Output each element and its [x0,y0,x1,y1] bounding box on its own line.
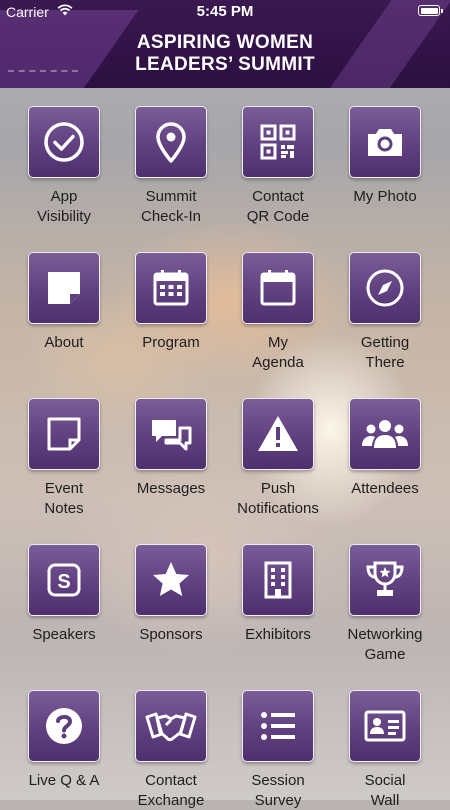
warning-icon [255,412,301,456]
page-title: ASPIRING WOMEN LEADERS’ SUMMIT [0,32,450,76]
tile-messages[interactable]: Messages [118,398,224,499]
trophy-icon [363,558,407,602]
title-line-1: ASPIRING WOMEN [136,32,314,53]
tile-program[interactable]: Program [118,252,224,353]
tile-label: Session Survey [251,772,305,809]
tile-speakers[interactable]: S Speakers [11,544,117,645]
svg-text:S: S [57,571,70,593]
star-icon [149,558,193,602]
tile-label: Getting There [360,334,410,371]
status-time: 5:45 PM [196,3,254,20]
map-pin-icon [149,120,193,164]
tile-contact-exchange[interactable]: Contact Exchange [118,690,224,810]
tile-live-q-a[interactable]: Live Q & A [11,690,117,791]
tile-button[interactable] [242,398,314,470]
tile-session-survey[interactable]: Session Survey [225,690,331,810]
people-group-icon [360,414,410,454]
tile-networking-game[interactable]: Networking Game [332,544,438,664]
building-icon [256,558,300,602]
tile-exhibitors[interactable]: Exhibitors [225,544,331,645]
note-outline-icon [42,412,86,456]
status-bar: Carrier 5:45 PM [0,0,450,22]
tile-label: Exhibitors [245,626,311,643]
tile-button[interactable] [242,690,314,762]
tile-label: Speakers [32,626,96,643]
tile-label: About [44,334,84,351]
tile-button[interactable] [28,398,100,470]
tile-button[interactable] [242,544,314,616]
tile-button[interactable] [135,398,207,470]
tile-label: Contact QR Code [246,188,310,225]
tile-social-wall[interactable]: Social Wall [332,690,438,810]
tile-label: Sponsors [139,626,203,643]
speaker-badge-icon: S [42,558,86,602]
tile-label: Event Notes [44,480,84,517]
tile-button[interactable] [242,252,314,324]
tile-contact-qr-code[interactable]: Contact QR Code [225,106,331,226]
calendar-icon [256,266,300,310]
tile-label: Attendees [351,480,419,497]
tile-about[interactable]: About [11,252,117,353]
tile-button[interactable]: S [28,544,100,616]
tile-label: Contact Exchange [137,772,205,809]
question-icon [42,704,86,748]
chat-bubbles-icon [148,412,194,456]
tile-button[interactable] [242,106,314,178]
tile-app-visibility[interactable]: App Visibility [11,106,117,226]
tile-button[interactable] [349,106,421,178]
camera-icon [363,120,407,164]
tile-label: Push Notifications [237,480,319,517]
tile-label: App Visibility [37,188,91,225]
tile-button[interactable] [28,106,100,178]
calendar-grid-icon [149,266,193,310]
title-line-2: LEADERS’ SUMMIT [135,54,315,75]
tile-label: My Agenda [252,334,304,371]
qr-code-icon [256,120,300,164]
tile-push-notifications[interactable]: Push Notifications [225,398,331,518]
tile-label: Social Wall [364,772,406,809]
app-header: Carrier 5:45 PM ASPIRING WOMEN LEADERS’ … [0,0,450,88]
tile-button[interactable] [135,544,207,616]
tile-attendees[interactable]: Attendees [332,398,438,499]
tile-button[interactable] [349,690,421,762]
tile-sponsors[interactable]: Sponsors [118,544,224,645]
tile-my-photo[interactable]: My Photo [332,106,438,207]
tile-button[interactable] [28,690,100,762]
tile-button[interactable] [135,106,207,178]
tile-label: Messages [136,480,206,497]
tile-button[interactable] [135,690,207,762]
tile-label: Summit Check-In [140,188,202,225]
tile-button[interactable] [349,252,421,324]
list-icon [256,704,300,748]
tile-getting-there[interactable]: Getting There [332,252,438,372]
battery-icon [418,5,443,16]
note-page-icon [42,266,86,310]
tile-label: Live Q & A [28,772,100,789]
check-circle-icon [42,120,86,164]
tile-button[interactable] [135,252,207,324]
tile-label: Program [142,334,200,351]
tile-label: My Photo [353,188,417,205]
tile-button[interactable] [349,544,421,616]
compass-icon [363,266,407,310]
tile-my-agenda[interactable]: My Agenda [225,252,331,372]
tile-button[interactable] [349,398,421,470]
handshake-icon [145,706,197,746]
id-card-icon [362,704,408,748]
tile-event-notes[interactable]: Event Notes [11,398,117,518]
tile-button[interactable] [28,252,100,324]
tile-summit-check-in[interactable]: Summit Check-In [118,106,224,226]
tile-label: Networking Game [347,626,423,663]
